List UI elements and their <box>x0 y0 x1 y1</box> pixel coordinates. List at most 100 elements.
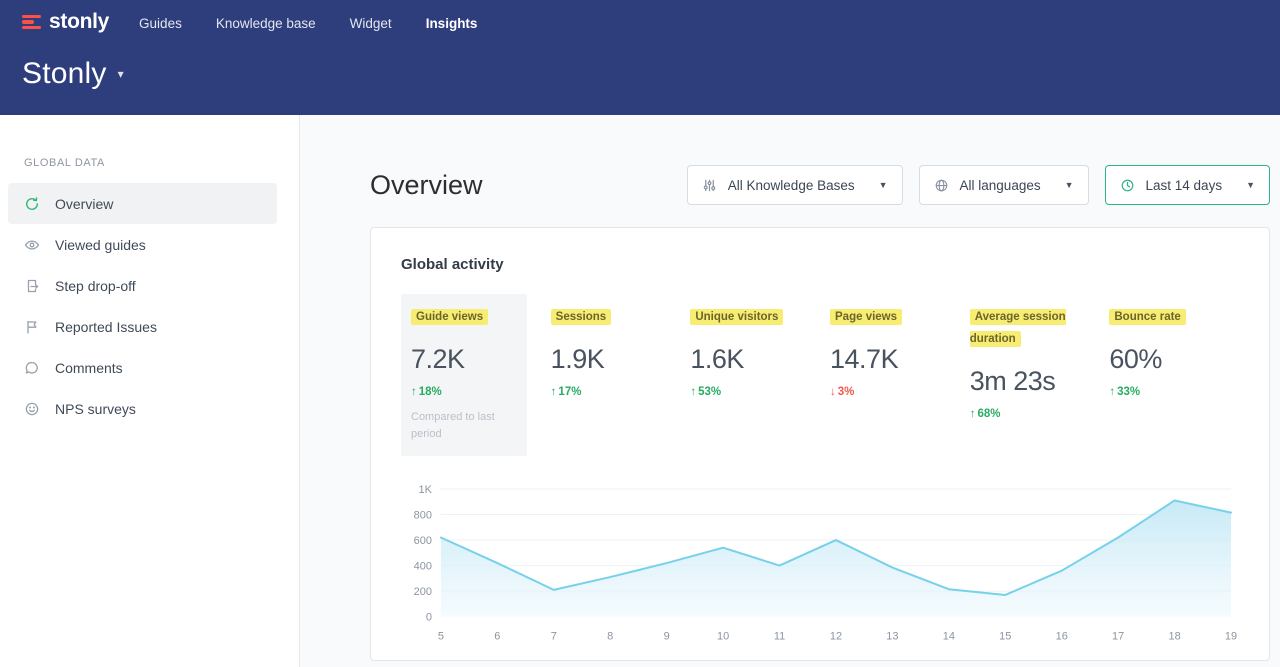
sidebar-item-overview[interactable]: Overview <box>8 183 277 224</box>
svg-text:0: 0 <box>426 612 432 624</box>
metric-label: Guide views <box>411 309 488 325</box>
svg-text:14: 14 <box>943 631 955 643</box>
workspace-dropdown-caret-icon[interactable]: ▾ <box>118 67 124 81</box>
svg-text:16: 16 <box>1056 631 1068 643</box>
svg-text:6: 6 <box>494 631 500 643</box>
global-activity-card: Global activity Guide views 7.2K ↑18% Co… <box>370 227 1270 661</box>
sidebar-section-label: GLOBAL DATA <box>24 157 299 169</box>
svg-text:17: 17 <box>1112 631 1124 643</box>
globe-icon <box>934 177 950 193</box>
metric-page-views[interactable]: Page views 14.7K ↓3% <box>820 294 960 456</box>
svg-text:1K: 1K <box>419 484 433 496</box>
flag-icon <box>24 318 41 335</box>
metric-label: Bounce rate <box>1109 309 1185 325</box>
metric-label: Average session duration <box>970 309 1066 347</box>
sidebar-item-label: Comments <box>55 360 123 376</box>
comment-bubble-icon <box>24 359 41 376</box>
svg-text:11: 11 <box>774 631 785 643</box>
arrow-up-icon: ↑ <box>970 408 976 420</box>
svg-text:5: 5 <box>438 631 444 643</box>
workspace-title: Stonly <box>22 57 107 91</box>
metric-value: 1.6K <box>690 344 796 375</box>
sidebar-item-nps-surveys[interactable]: NPS surveys <box>8 388 277 429</box>
arrow-up-icon: ↑ <box>1109 386 1115 398</box>
metric-value: 7.2K <box>411 344 517 375</box>
page-header: Overview All Knowledge Bases ▼ All langu… <box>370 165 1270 205</box>
svg-text:18: 18 <box>1168 631 1180 643</box>
svg-text:7: 7 <box>551 631 557 643</box>
metric-delta: ↑18% <box>411 386 517 398</box>
svg-text:9: 9 <box>664 631 670 643</box>
languages-filter[interactable]: All languages ▼ <box>919 165 1089 205</box>
sidebar-item-label: Reported Issues <box>55 319 157 335</box>
metric-delta: ↑68% <box>970 408 1076 420</box>
svg-text:8: 8 <box>607 631 613 643</box>
metric-delta: ↑53% <box>690 386 796 398</box>
nav-item-knowledge-base[interactable]: Knowledge base <box>216 16 316 31</box>
svg-text:19: 19 <box>1225 631 1237 643</box>
svg-text:13: 13 <box>886 631 898 643</box>
metric-unique-visitors[interactable]: Unique visitors 1.6K ↑53% <box>680 294 820 456</box>
stonly-logo[interactable]: stonly <box>22 10 109 34</box>
workspace-row: Stonly ▾ <box>0 57 1280 91</box>
metric-delta: ↑33% <box>1109 386 1215 398</box>
metric-guide-views[interactable]: Guide views 7.2K ↑18% Compared to last p… <box>401 294 527 456</box>
metric-value: 60% <box>1109 344 1215 375</box>
card-title: Global activity <box>401 256 1239 273</box>
metric-value: 1.9K <box>551 344 657 375</box>
filter-label: All Knowledge Bases <box>728 178 855 193</box>
main-content: Overview All Knowledge Bases ▼ All langu… <box>300 115 1280 667</box>
nav-item-insights[interactable]: Insights <box>426 16 478 31</box>
metric-label: Sessions <box>551 309 612 325</box>
sidebar-item-label: Viewed guides <box>55 237 146 253</box>
svg-text:400: 400 <box>414 561 432 573</box>
filters-row: All Knowledge Bases ▼ All languages ▼ La… <box>687 165 1270 205</box>
metric-label: Unique visitors <box>690 309 783 325</box>
top-bar: stonly Guides Knowledge base Widget Insi… <box>0 0 1280 44</box>
metric-value: 3m 23s <box>970 366 1076 397</box>
chart-area: 0 200 400 600 800 1K 5 6 7 8 9 10 11 12 13 14 15 16 17 18 19 <box>401 479 1239 649</box>
chevron-down-icon: ▼ <box>879 180 888 190</box>
metric-label: Page views <box>830 309 902 325</box>
svg-text:600: 600 <box>414 535 432 547</box>
stonly-logo-text: stonly <box>49 10 109 34</box>
page-title: Overview <box>370 170 483 201</box>
nav-item-guides[interactable]: Guides <box>139 16 182 31</box>
svg-text:800: 800 <box>414 509 432 521</box>
metric-sessions[interactable]: Sessions 1.9K ↑17% <box>541 294 681 456</box>
filter-label: Last 14 days <box>1146 178 1223 193</box>
eye-icon <box>24 236 41 253</box>
svg-text:12: 12 <box>830 631 842 643</box>
nav-item-widget[interactable]: Widget <box>350 16 392 31</box>
arrow-up-icon: ↑ <box>411 386 417 398</box>
metric-note: Compared to last period <box>411 409 506 443</box>
sidebar-item-reported-issues[interactable]: Reported Issues <box>8 306 277 347</box>
knowledge-bases-filter[interactable]: All Knowledge Bases ▼ <box>687 165 903 205</box>
metrics-row: Guide views 7.2K ↑18% Compared to last p… <box>401 307 1239 443</box>
sidebar: GLOBAL DATA Overview Viewed guides Step … <box>0 115 300 667</box>
metric-value: 14.7K <box>830 344 936 375</box>
sliders-icon <box>702 177 718 193</box>
arrow-up-icon: ↑ <box>690 386 696 398</box>
activity-chart: 0 200 400 600 800 1K 5 6 7 8 9 10 11 12 13 14 15 16 17 18 19 <box>401 479 1239 649</box>
svg-text:15: 15 <box>999 631 1011 643</box>
svg-text:200: 200 <box>414 586 432 598</box>
date-range-filter[interactable]: Last 14 days ▼ <box>1105 165 1270 205</box>
sidebar-item-comments[interactable]: Comments <box>8 347 277 388</box>
overview-icon <box>24 195 41 212</box>
metric-average-session-duration[interactable]: Average session duration 3m 23s ↑68% <box>960 294 1100 456</box>
sidebar-item-step-drop-off[interactable]: Step drop-off <box>8 265 277 306</box>
smiley-icon <box>24 400 41 417</box>
sidebar-item-viewed-guides[interactable]: Viewed guides <box>8 224 277 265</box>
filter-label: All languages <box>960 178 1041 193</box>
chevron-down-icon: ▼ <box>1246 180 1255 190</box>
arrow-down-icon: ↓ <box>830 386 836 398</box>
chevron-down-icon: ▼ <box>1065 180 1074 190</box>
metric-bounce-rate[interactable]: Bounce rate 60% ↑33% <box>1099 294 1239 456</box>
sidebar-item-label: Overview <box>55 196 113 212</box>
metric-delta: ↑17% <box>551 386 657 398</box>
top-nav: Guides Knowledge base Widget Insights <box>139 16 477 31</box>
svg-text:10: 10 <box>717 631 729 643</box>
sidebar-item-label: NPS surveys <box>55 401 136 417</box>
metric-delta: ↓3% <box>830 386 936 398</box>
